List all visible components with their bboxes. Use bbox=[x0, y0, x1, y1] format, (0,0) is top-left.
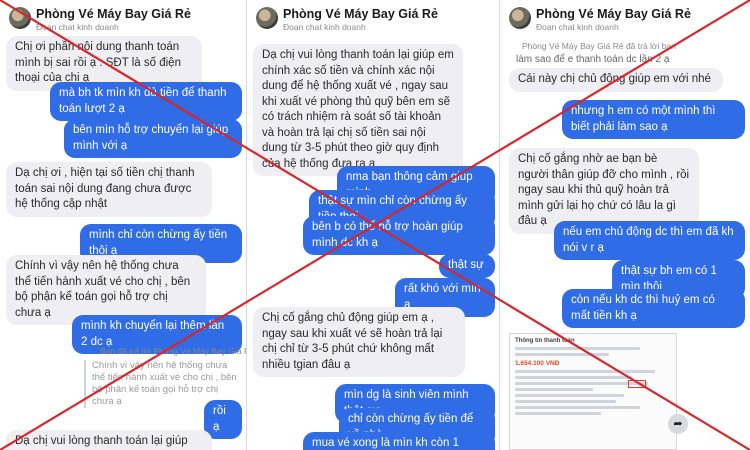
contact-name[interactable]: Phòng Vé Máy Bay Giá Rẻ bbox=[536, 7, 691, 21]
message-sent[interactable]: nếu em chủ động dc thì em đã kh nói v r … bbox=[554, 221, 745, 260]
message-sent[interactable]: bên mìn hỗ trợ chuyển lại giúp mình với … bbox=[64, 119, 242, 158]
placeholder-line bbox=[515, 406, 640, 409]
message-sent[interactable]: mà bh tk mìn kh đủ tiền để thanh toán lư… bbox=[50, 82, 242, 121]
payment-screenshot-attachment[interactable]: Thông tin thanh toán 1.654.100 VNĐ bbox=[509, 333, 677, 450]
placeholder-line bbox=[515, 388, 593, 391]
share-arrow-icon[interactable]: ➦ bbox=[668, 414, 688, 434]
highlight-box bbox=[628, 380, 646, 388]
message-sent[interactable]: còn nếu kh dc thì huỷ em có mất tiền kh … bbox=[562, 289, 745, 328]
placeholder-line bbox=[515, 376, 632, 379]
chat-screenshot-3: Phòng Vé Máy Bay Giá Rẻ Đoạn chat kinh d… bbox=[500, 0, 750, 450]
chat-screenshot-1: Phòng Vé Máy Bay Giá Rẻ Đoạn chat kinh d… bbox=[0, 0, 247, 450]
chat-header: Phòng Vé Máy Bay Giá Rẻ Đoạn chat kinh d… bbox=[0, 0, 246, 34]
contact-avatar[interactable] bbox=[256, 7, 278, 29]
contact-subtitle: Đoạn chat kinh doanh bbox=[536, 22, 619, 32]
placeholder-line bbox=[515, 353, 609, 356]
contact-subtitle: Đoạn chat kinh doanh bbox=[283, 22, 366, 32]
contact-subtitle: Đoạn chat kinh doanh bbox=[36, 22, 119, 32]
quoted-message[interactable]: làm sao để e thanh toán dc lần 2 ạ bbox=[516, 53, 726, 67]
placeholder-line bbox=[515, 347, 640, 350]
message-received[interactable]: Cái này chị chủ động giúp em với nhé bbox=[509, 68, 723, 92]
message-received[interactable]: Dạ chị vui lòng thanh toán lại giúp em c… bbox=[253, 44, 463, 176]
placeholder-line bbox=[515, 412, 601, 415]
chat-header: Phòng Vé Máy Bay Giá Rẻ Đoạn chat kinh d… bbox=[500, 0, 750, 34]
message-sent[interactable]: bên b có thể hỗ trợ hoàn giúp mình dc kh… bbox=[303, 216, 495, 255]
message-sent[interactable]: rồi ạ bbox=[204, 400, 242, 439]
reply-indicator: Phòng Vé Máy Bay Giá Rẻ đã trả lời bạn bbox=[522, 41, 676, 51]
message-received[interactable]: Dạ chị vui lòng thanh toán lại giúp em bbox=[6, 430, 212, 450]
message-sent[interactable]: nhưng h em có một mình thì biết phải làm… bbox=[562, 100, 745, 139]
contact-name[interactable]: Phòng Vé Máy Bay Giá Rẻ bbox=[283, 7, 438, 21]
payment-amount: 1.654.100 VNĐ bbox=[515, 360, 560, 367]
message-sent[interactable]: thật sự bbox=[439, 254, 495, 278]
placeholder-line bbox=[515, 394, 625, 397]
placeholder-line bbox=[515, 370, 656, 373]
chat-screenshot-2: Phòng Vé Máy Bay Giá Rẻ Đoạn chat kinh d… bbox=[247, 0, 500, 450]
payment-card-title: Thông tin thanh toán bbox=[515, 338, 575, 344]
placeholder-line bbox=[515, 400, 617, 403]
message-received[interactable]: Chị cố gắng chủ động giúp em ạ , ngay sa… bbox=[253, 307, 465, 377]
message-received[interactable]: Dạ chị ơi , hiện tại số tiền chị thanh t… bbox=[6, 162, 212, 217]
contact-name[interactable]: Phòng Vé Máy Bay Giá Rẻ bbox=[36, 7, 191, 21]
reply-indicator: Bạn đã trả lời Phòng Vé Máy Bay Giá Rẻ bbox=[100, 346, 247, 356]
message-sent[interactable]: mua vé xong là mìn kh còn 1 đồng nào bbox=[303, 432, 495, 450]
chat-header: Phòng Vé Máy Bay Giá Rẻ Đoạn chat kinh d… bbox=[247, 0, 499, 34]
contact-avatar[interactable] bbox=[509, 7, 531, 29]
contact-avatar[interactable] bbox=[9, 7, 31, 29]
